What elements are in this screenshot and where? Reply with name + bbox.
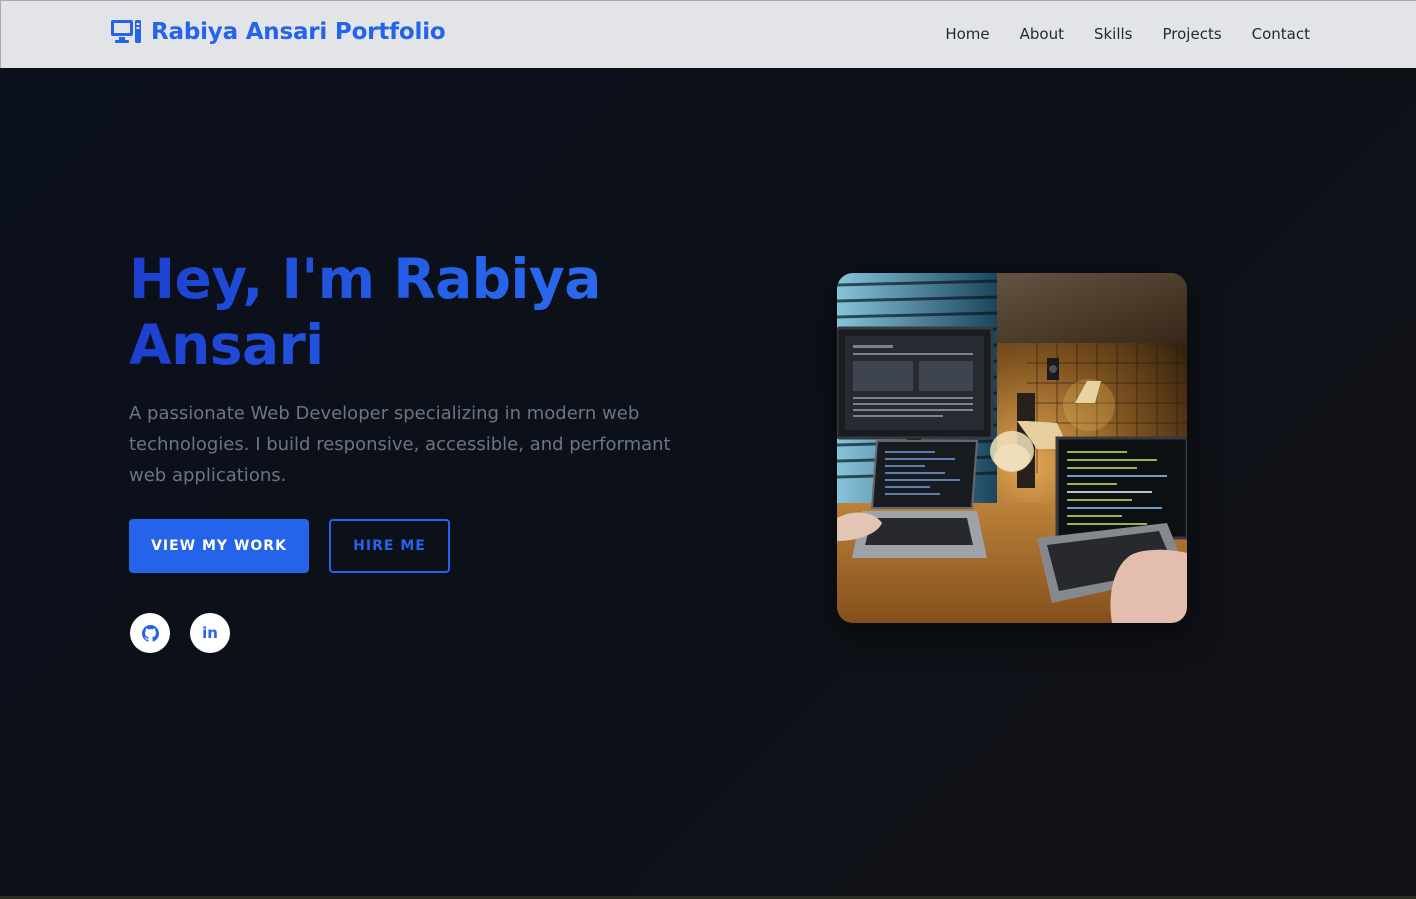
nav-link-home[interactable]: Home (945, 25, 989, 43)
linkedin-link[interactable]: in (190, 613, 230, 653)
nav-link-contact[interactable]: Contact (1252, 25, 1310, 43)
developer-workspace-photo (837, 273, 1187, 623)
hero-section: Hey, I'm Rabiya Ansari A passionate Web … (0, 68, 1416, 899)
brand-name: Rabiya Ansari Portfolio (151, 19, 446, 45)
navbar: Rabiya Ansari Portfolio Home About Skill… (0, 0, 1416, 68)
nav-link-projects[interactable]: Projects (1163, 25, 1222, 43)
brand-link[interactable]: Rabiya Ansari Portfolio (110, 19, 446, 45)
nav-link-skills[interactable]: Skills (1094, 25, 1133, 43)
nav-link-about[interactable]: About (1020, 25, 1064, 43)
view-my-work-button[interactable]: VIEW MY WORK (129, 519, 309, 573)
desktop-computer-icon (111, 20, 141, 43)
hero-title: Hey, I'm Rabiya Ansari (129, 246, 689, 378)
hero-description: A passionate Web Developer specializing … (129, 403, 671, 486)
hero-image (837, 273, 1187, 623)
linkedin-icon: in (202, 624, 218, 642)
github-icon (141, 624, 159, 642)
nav-links: Home About Skills Projects Contact (945, 25, 1310, 43)
hire-me-button[interactable]: HIRE ME (329, 519, 450, 573)
github-link[interactable] (130, 613, 170, 653)
